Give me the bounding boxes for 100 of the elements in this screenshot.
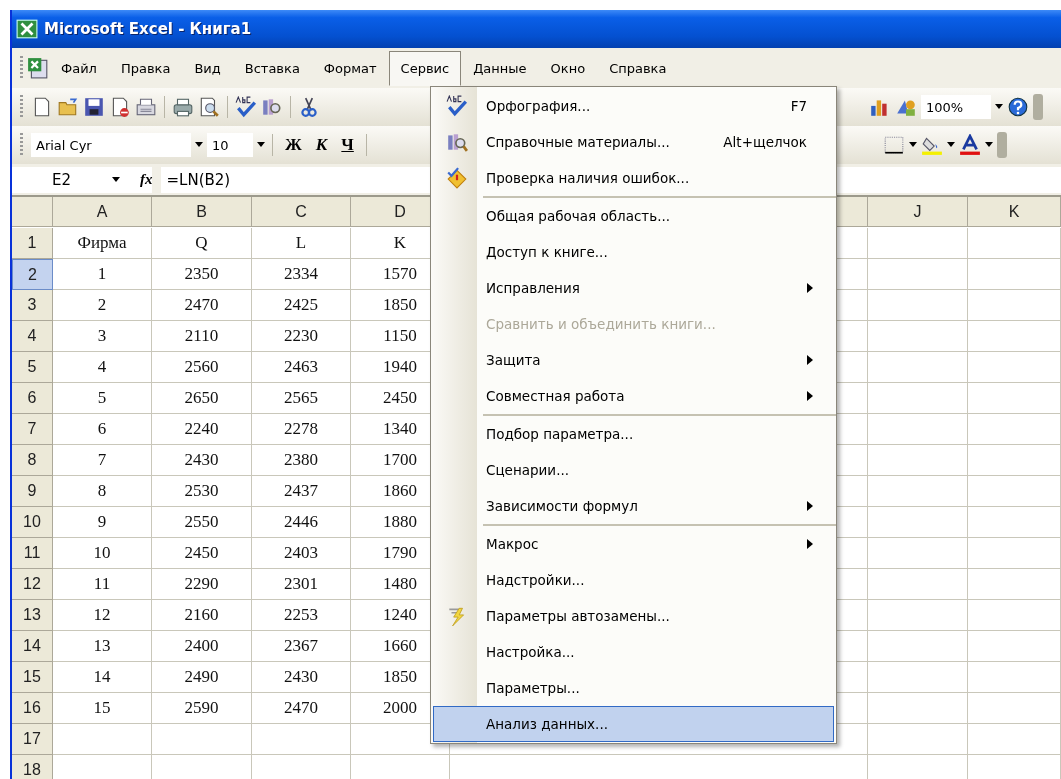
row-header[interactable]: 18 <box>12 755 53 779</box>
table-cell: 2590 <box>152 693 252 724</box>
fax-icon[interactable] <box>135 96 157 118</box>
row-header[interactable]: 2 <box>12 259 53 290</box>
table-cell: 11 <box>53 569 152 600</box>
print-icon[interactable] <box>172 96 194 118</box>
row-header[interactable]: 1 <box>12 228 53 259</box>
table-cell: 2470 <box>152 290 252 321</box>
table-cell: 2253 <box>252 600 351 631</box>
table-cell: 2470 <box>252 693 351 724</box>
spell-check-icon[interactable] <box>235 96 257 118</box>
name-box[interactable]: E2 <box>52 170 72 189</box>
row-header[interactable]: 12 <box>12 569 53 600</box>
table-cell: Фирма <box>53 228 152 259</box>
menu-item[interactable]: Вид <box>182 50 233 86</box>
table-cell: 10 <box>53 538 152 569</box>
menu-item[interactable]: Формат <box>311 50 389 86</box>
underline-button[interactable]: Ч <box>336 135 359 155</box>
table-cell: 2400 <box>152 631 252 662</box>
table-cell: 5 <box>53 383 152 414</box>
row-header[interactable]: 17 <box>12 724 53 755</box>
table-cell: 2240 <box>152 414 252 445</box>
italic-button[interactable]: К <box>310 135 333 155</box>
bold-button[interactable]: Ж <box>280 135 307 155</box>
table-cell: 2530 <box>152 476 252 507</box>
font-size-field[interactable]: 10 <box>207 133 253 157</box>
row-header[interactable]: 3 <box>12 290 53 321</box>
row-header[interactable]: 11 <box>12 538 53 569</box>
table-cell: 13 <box>53 631 152 662</box>
error-check-icon <box>446 167 468 189</box>
table-cell: 2463 <box>252 352 351 383</box>
menu-option[interactable]: Орфография... F7 <box>433 88 834 124</box>
menu-item[interactable]: Окно <box>538 50 598 86</box>
row-header[interactable]: 10 <box>12 507 53 538</box>
dropdown-arrow-icon[interactable] <box>195 142 203 148</box>
table-cell: 2290 <box>152 569 252 600</box>
row-header[interactable]: 13 <box>12 600 53 631</box>
table-cell: 2450 <box>152 538 252 569</box>
table-cell: 2425 <box>252 290 351 321</box>
books-magnifier-icon[interactable] <box>261 96 283 118</box>
menu-item[interactable]: Данные <box>461 50 539 86</box>
dropdown-arrow-icon[interactable] <box>947 142 955 148</box>
row-header[interactable]: 5 <box>12 352 53 383</box>
table-cell: 2565 <box>252 383 351 414</box>
menu-item[interactable]: Правка <box>108 50 183 86</box>
row-header[interactable]: 9 <box>12 476 53 507</box>
table-cell: 4 <box>53 352 152 383</box>
table-cell: 2160 <box>152 600 252 631</box>
dropdown-arrow-icon[interactable] <box>112 176 120 183</box>
help-icon[interactable] <box>1007 96 1029 118</box>
row-header[interactable]: 7 <box>12 414 53 445</box>
table-cell: 2650 <box>152 383 252 414</box>
workbook-icon[interactable] <box>27 57 49 79</box>
table-cell: 8 <box>53 476 152 507</box>
fill-color-icon[interactable] <box>921 134 943 156</box>
borders-icon[interactable] <box>883 134 905 156</box>
row-header[interactable]: 15 <box>12 662 53 693</box>
table-cell: 2230 <box>252 321 351 352</box>
dropdown-arrow-icon[interactable] <box>985 142 993 148</box>
dropdown-arrow-icon[interactable] <box>257 142 265 148</box>
menu-option[interactable]: Проверка наличия ошибок... <box>433 160 834 196</box>
column-header[interactable]: B <box>152 197 252 227</box>
table-cell: 2560 <box>152 352 252 383</box>
window-title: Microsoft Excel - Книга1 <box>44 20 252 38</box>
table-cell: 2367 <box>252 631 351 662</box>
column-header[interactable]: A <box>53 197 152 227</box>
menu-option[interactable]: Справочные материалы... Alt+щелчок <box>433 124 834 160</box>
row-header[interactable]: 14 <box>12 631 53 662</box>
function-label[interactable]: fx <box>140 171 153 188</box>
menu-item[interactable]: Вставка <box>232 50 312 86</box>
table-cell: 2334 <box>252 259 351 290</box>
table-cell: 2430 <box>252 662 351 693</box>
table-cell: 2403 <box>252 538 351 569</box>
column-header[interactable]: J <box>868 197 968 227</box>
lightning-icon <box>446 605 468 627</box>
column-header[interactable]: K <box>968 197 1061 227</box>
menu-item[interactable]: Справка <box>597 50 679 86</box>
table-cell: 1 <box>53 259 152 290</box>
menu-item[interactable]: Сервис <box>388 50 462 86</box>
formula-field[interactable]: =LN(B2) <box>166 170 231 189</box>
menu-option[interactable]: Анализ данных... <box>433 706 834 742</box>
scissors-icon[interactable] <box>298 96 320 118</box>
dropdown-arrow-icon[interactable] <box>909 142 917 148</box>
save-icon[interactable] <box>83 96 105 118</box>
row-header[interactable]: 6 <box>12 383 53 414</box>
print-preview-icon[interactable] <box>198 96 220 118</box>
table-cell: 9 <box>53 507 152 538</box>
row-header[interactable]: 8 <box>12 445 53 476</box>
table-cell: 3 <box>53 321 152 352</box>
table-cell: 2446 <box>252 507 351 538</box>
row-header[interactable]: 16 <box>12 693 53 724</box>
row-header[interactable]: 4 <box>12 321 53 352</box>
table-cell: 7 <box>53 445 152 476</box>
open-folder-icon[interactable] <box>57 96 79 118</box>
font-field[interactable]: Arial Cyr <box>31 133 191 157</box>
menu-item[interactable]: Файл <box>49 50 109 86</box>
table-cell: 2490 <box>152 662 252 693</box>
column-header[interactable]: C <box>252 197 351 227</box>
font-color-icon[interactable] <box>959 134 981 156</box>
dropdown-arrow-icon[interactable] <box>995 104 1003 110</box>
